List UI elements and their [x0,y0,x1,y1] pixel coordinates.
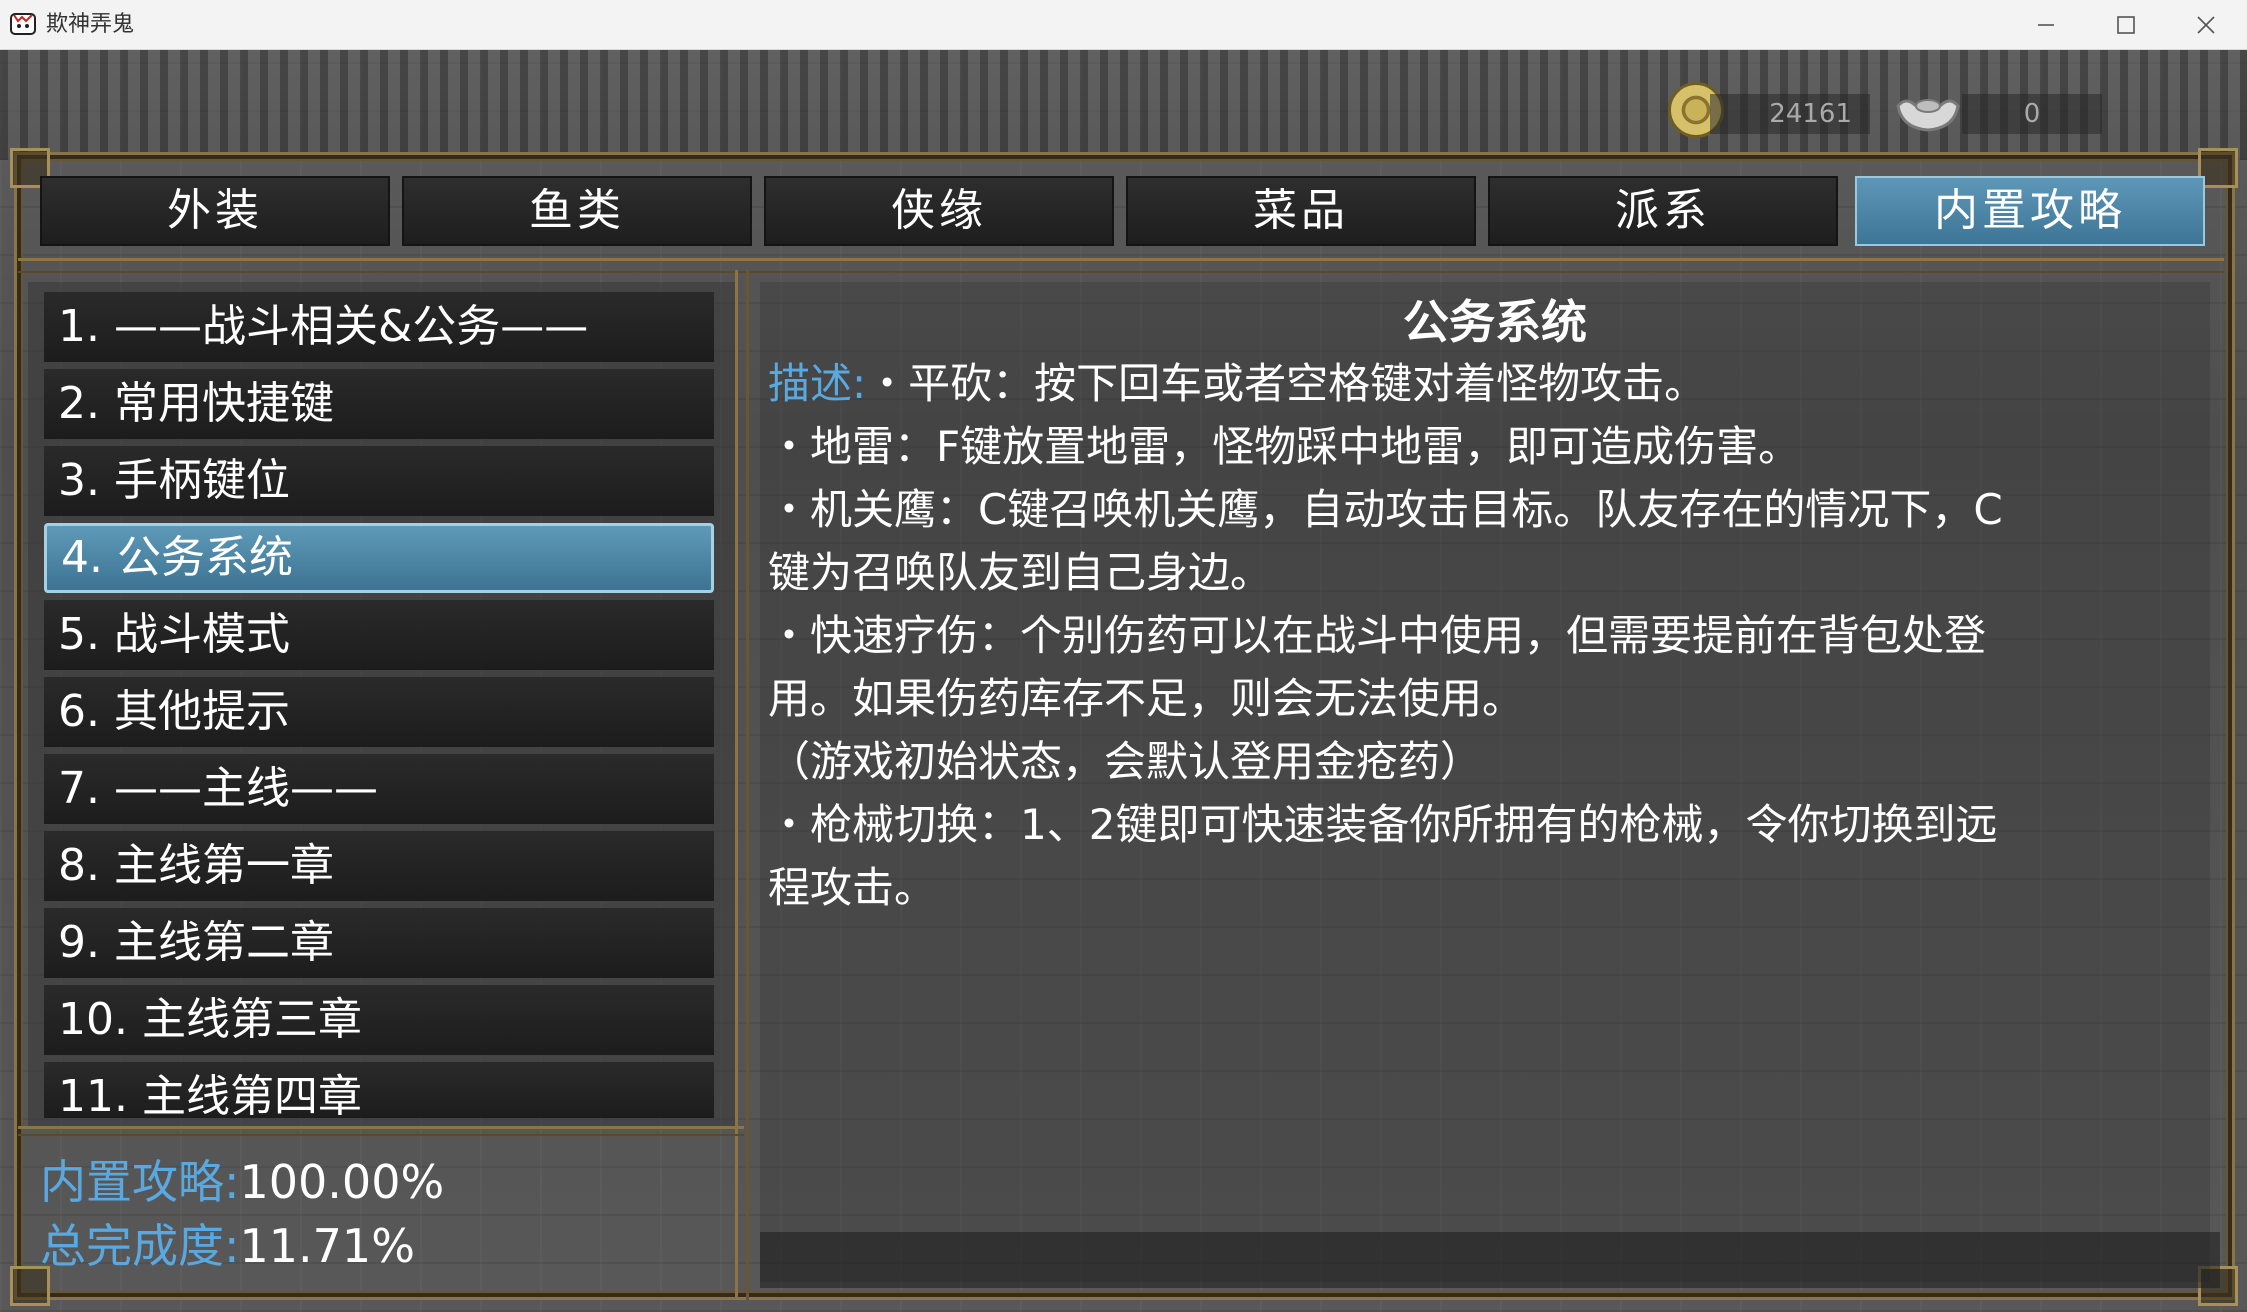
list-item[interactable]: 6. 其他提示 [44,677,714,747]
ingot-count: 0 [1962,94,2102,134]
total-progress-label: 总完成度: [40,1219,240,1273]
content-line: 用。如果伤药库存不足，则会无法使用。 [768,674,1525,723]
stats-divider [18,1126,744,1136]
content-line: ・机关鹰：C键召唤机关鹰，自动攻击目标。队友存在的情况下，C [768,485,2003,534]
list-item[interactable]: 11. 主线第四章 [44,1062,714,1118]
coin-count: 24161 [1710,94,1870,134]
total-progress-value: 11.71% [239,1219,415,1273]
minimize-button[interactable] [2006,0,2086,50]
list-item[interactable]: 9. 主线第二章 [44,908,714,978]
content-line: ・地雷：F键放置地雷，怪物踩中地雷，即可造成伤害。 [768,422,1801,471]
guide-progress-label: 内置攻略: [40,1155,240,1209]
content-bottom-strip [760,1232,2220,1288]
tab-companions[interactable]: 侠缘 [764,176,1114,246]
tab-factions[interactable]: 派系 [1488,176,1838,246]
list-item[interactable]: 2. 常用快捷键 [44,369,714,439]
list-item[interactable]: 5. 战斗模式 [44,600,714,670]
guide-list: 1. ——战斗相关&公务—— 2. 常用快捷键 3. 手柄键位 4. 公务系统 … [28,282,738,1128]
window-titlebar: 欺神弄鬼 [0,0,2247,50]
list-item-selected[interactable]: 4. 公务系统 [44,523,714,593]
list-item[interactable]: 10. 主线第三章 [44,985,714,1055]
window-title: 欺神弄鬼 [46,12,135,37]
guide-progress-row: 内置攻略:100.00% [40,1150,730,1214]
tab-fish[interactable]: 鱼类 [402,176,752,246]
app-icon [10,13,36,35]
content-line: 描述:・平砍：按下回车或者空格键对着怪物攻击。 [768,352,2208,415]
content-title: 公务系统 [1403,295,1587,349]
panel-divider [735,270,749,1300]
description-label: 描述: [768,359,867,408]
content-line: ・枪械切换：1、2键即可快速装备你所拥有的枪械，令你切换到远 [768,800,1998,849]
maximize-icon [2117,16,2135,34]
category-tabs: 外装 鱼类 侠缘 菜品 派系 内置攻略 [40,176,2205,248]
minimize-icon [2038,24,2054,26]
silver-ingot-icon [1896,99,1960,132]
content-line: （游戏初始状态，会默认登用金疮药） [768,737,1483,786]
close-button[interactable] [2166,0,2246,50]
list-item[interactable]: 7. ——主线—— [44,754,714,824]
content-line: 键为召唤队友到自己身边。 [768,548,1273,597]
content-line: ・快速疗伤：个别伤药可以在战斗中使用，但需要提前在背包处登 [768,611,1987,660]
close-icon [2197,16,2215,34]
tab-builtin-guide[interactable]: 内置攻略 [1855,176,2205,246]
tab-dishes[interactable]: 菜品 [1126,176,1476,246]
list-item[interactable]: 8. 主线第一章 [44,831,714,901]
tab-divider [18,258,2224,273]
guide-content: 公务系统 描述:・平砍：按下回车或者空格键对着怪物攻击。 ・地雷：F键放置地雷，… [760,282,2210,1282]
list-item[interactable]: 3. 手柄键位 [44,446,714,516]
guide-progress-value: 100.00% [239,1155,445,1209]
maximize-button[interactable] [2086,0,2166,50]
content-text: ・平砍：按下回车或者空格键对着怪物攻击。 [866,359,1707,408]
content-line: 程攻击。 [768,863,937,912]
total-progress-row: 总完成度:11.71% [40,1214,730,1278]
list-item[interactable]: 1. ——战斗相关&公务—— [44,292,714,362]
completion-stats: 内置攻略:100.00% 总完成度:11.71% [40,1150,730,1278]
content-body: 描述:・平砍：按下回车或者空格键对着怪物攻击。 ・地雷：F键放置地雷，怪物踩中地… [768,352,2208,919]
tab-outfit[interactable]: 外装 [40,176,390,246]
